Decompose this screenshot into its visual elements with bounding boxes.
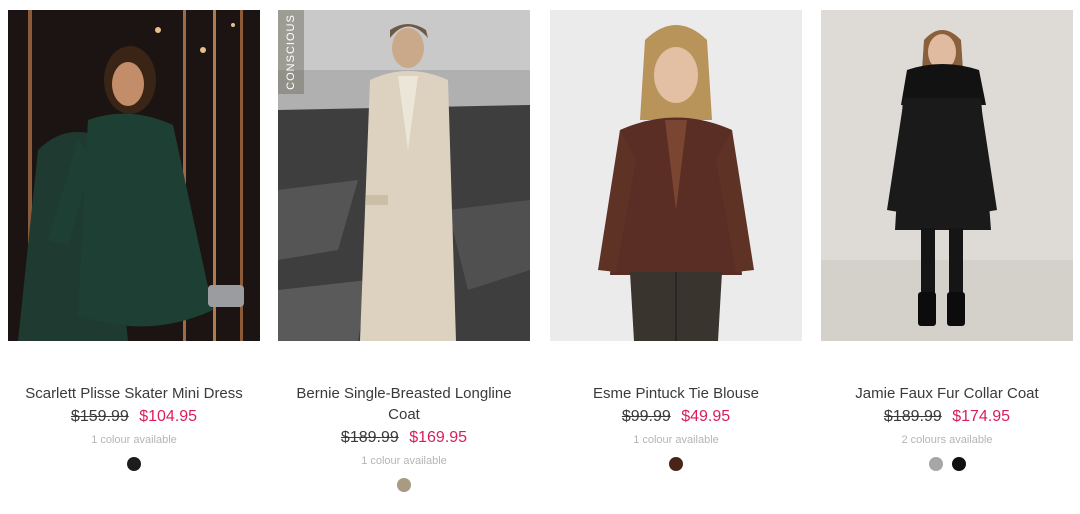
original-price: $99.99 (621, 408, 671, 425)
colour-availability: 1 colour available (633, 434, 719, 446)
product-grid: Scarlett Plisse Skater Mini Dress $159.9… (0, 0, 1080, 514)
colour-swatch[interactable] (397, 478, 411, 492)
product-image[interactable] (821, 10, 1073, 341)
sale-price: $169.95 (409, 429, 468, 446)
product-info: Bernie Single-Breasted Longline Coat $18… (278, 341, 530, 492)
original-price: $159.99 (70, 408, 129, 425)
product-photo[interactable] (278, 10, 530, 341)
colour-swatch[interactable] (669, 457, 683, 471)
product-photo[interactable] (821, 10, 1073, 341)
original-price: $189.99 (883, 408, 942, 425)
colour-swatches (8, 457, 260, 471)
sale-price: $174.95 (952, 408, 1011, 425)
price-row: $159.99 $104.95 (8, 406, 260, 427)
price-row: $189.99 $169.95 (278, 427, 530, 448)
product-name[interactable]: Scarlett Plisse Skater Mini Dress (8, 383, 260, 404)
product-card: Jamie Faux Fur Collar Coat $189.99 $174.… (821, 10, 1073, 471)
product-name[interactable]: Esme Pintuck Tie Blouse (550, 383, 802, 404)
price-row: $189.99 $174.95 (821, 406, 1073, 427)
colour-swatches (278, 478, 530, 492)
product-card: Esme Pintuck Tie Blouse $99.99 $49.95 1 … (550, 10, 802, 471)
colour-swatch[interactable] (928, 457, 943, 471)
colour-availability: 1 colour available (91, 434, 177, 446)
product-name[interactable]: Jamie Faux Fur Collar Coat (821, 383, 1073, 404)
colour-swatches (821, 457, 1073, 471)
colour-swatch[interactable] (951, 457, 966, 471)
colour-availability: 1 colour available (361, 455, 447, 467)
product-info: Jamie Faux Fur Collar Coat $189.99 $174.… (821, 341, 1073, 471)
colour-availability: 2 colours available (901, 434, 993, 446)
sale-price: $104.95 (139, 408, 198, 425)
price-row: $99.99 $49.95 (550, 406, 802, 427)
original-price: $189.99 (340, 429, 399, 446)
product-card: CONSCIOUS Bernie Single-Breasted Longlin… (278, 10, 530, 492)
conscious-tag-label: CONSCIOUS (285, 14, 297, 90)
product-image[interactable] (8, 10, 260, 341)
product-image[interactable] (550, 10, 802, 341)
colour-swatches (550, 457, 802, 471)
product-image[interactable]: CONSCIOUS (278, 10, 530, 341)
product-photo[interactable] (8, 10, 260, 341)
product-info: Scarlett Plisse Skater Mini Dress $159.9… (8, 341, 260, 471)
colour-swatch[interactable] (127, 457, 141, 471)
conscious-tag: CONSCIOUS (278, 10, 304, 94)
product-name[interactable]: Bernie Single-Breasted Longline Coat (278, 383, 530, 425)
sale-price: $49.95 (681, 408, 731, 425)
product-photo[interactable] (550, 10, 802, 341)
product-card: Scarlett Plisse Skater Mini Dress $159.9… (8, 10, 260, 471)
product-info: Esme Pintuck Tie Blouse $99.99 $49.95 1 … (550, 341, 802, 471)
